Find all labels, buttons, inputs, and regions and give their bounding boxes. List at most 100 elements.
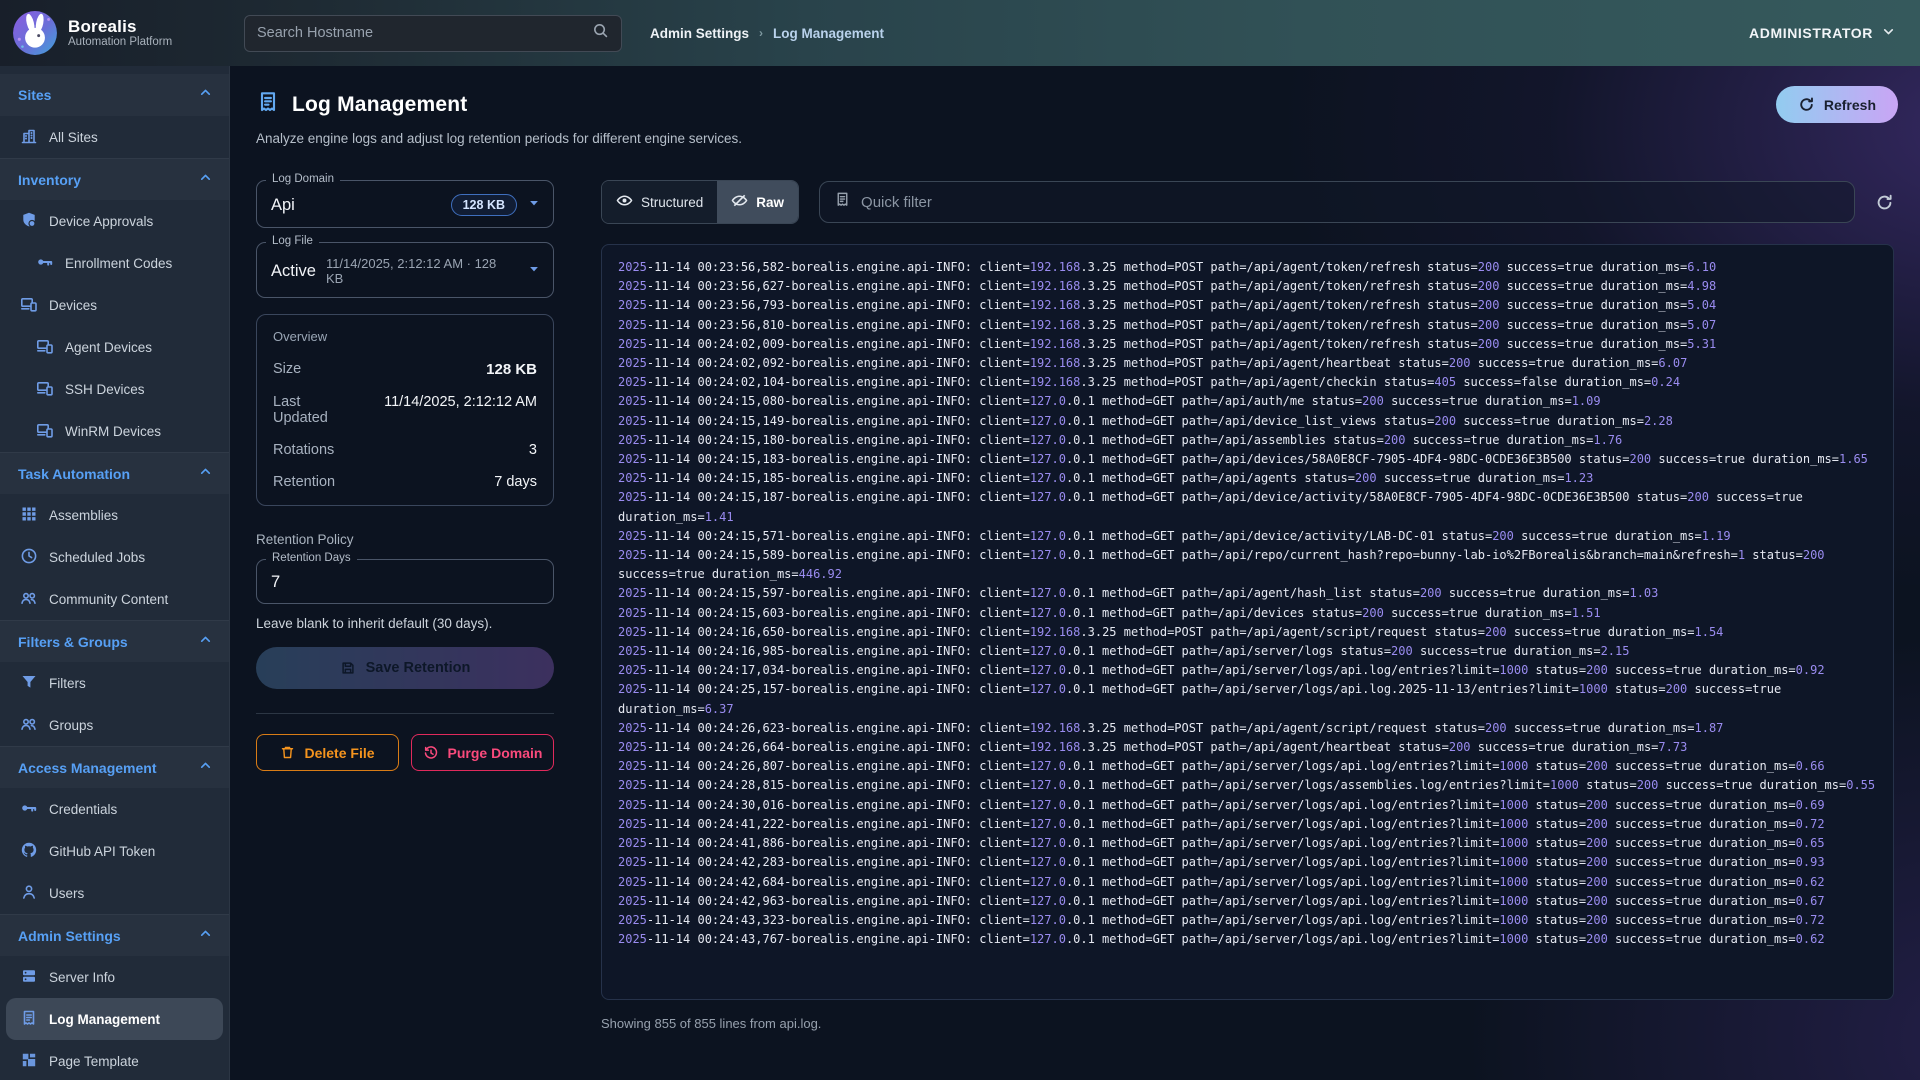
retention-days-input[interactable]	[271, 573, 541, 592]
panel-divider	[256, 713, 554, 714]
grid-icon	[20, 505, 38, 526]
hostname-search[interactable]	[244, 15, 622, 52]
brand-name: Borealis	[68, 17, 172, 37]
sidebar-item-device-approvals[interactable]: Device Approvals	[0, 200, 229, 242]
shield-icon	[20, 211, 38, 232]
chevron-up-icon	[198, 85, 213, 105]
sidebar-item-devices[interactable]: Devices	[0, 284, 229, 326]
top-navbar: Borealis Automation Platform Admin Setti…	[0, 0, 1920, 66]
overview-title: Overview	[273, 329, 537, 344]
log-line: 2025-11-14 00:24:43,767-borealis.engine.…	[618, 930, 1877, 949]
search-input[interactable]	[257, 25, 592, 41]
sidebar-item-label: All Sites	[49, 130, 98, 145]
sidebar-item-github-api-token[interactable]: GitHub API Token	[0, 830, 229, 872]
sidebar-section-admin-settings[interactable]: Admin Settings	[0, 914, 229, 956]
quick-filter-box[interactable]	[819, 181, 1855, 223]
overview-card: Overview Size128 KBLast Updated11/14/202…	[256, 314, 554, 506]
user-menu[interactable]: ADMINISTRATOR	[1749, 24, 1896, 42]
log-domain-select[interactable]: Log Domain Api 128 KB	[256, 180, 554, 228]
log-domain-value: Api	[271, 196, 295, 215]
overview-row-last-updated: Last Updated11/14/2025, 2:12:12 AM	[273, 387, 537, 435]
sidebar-item-server-info[interactable]: Server Info	[0, 956, 229, 998]
chevron-up-icon	[198, 758, 213, 778]
structured-view-button[interactable]: Structured	[602, 181, 717, 223]
sidebar-item-winrm-devices[interactable]: WinRM Devices	[0, 410, 229, 452]
raw-view-button[interactable]: Raw	[717, 181, 798, 223]
log-line: 2025-11-14 00:24:15,589-borealis.engine.…	[618, 546, 1877, 584]
funnel-icon	[20, 673, 38, 694]
log-line: 2025-11-14 00:23:56,810-borealis.engine.…	[618, 316, 1877, 335]
sidebar-section-label: Filters & Groups	[18, 634, 128, 650]
sidebar-section-task-automation[interactable]: Task Automation	[0, 452, 229, 494]
structured-label: Structured	[641, 195, 703, 210]
log-line: 2025-11-14 00:24:42,963-borealis.engine.…	[618, 892, 1877, 911]
sidebar-item-label: WinRM Devices	[65, 424, 161, 439]
sidebar-item-agent-devices[interactable]: Agent Devices	[0, 326, 229, 368]
log-domain-size-badge: 128 KB	[451, 194, 517, 216]
refresh-icon	[1798, 96, 1815, 113]
sidebar-section-access-management[interactable]: Access Management	[0, 746, 229, 788]
log-output-panel[interactable]: 2025-11-14 00:23:56,582-borealis.engine.…	[601, 244, 1894, 1000]
sidebar-item-groups[interactable]: Groups	[0, 704, 229, 746]
sidebar-item-assemblies[interactable]: Assemblies	[0, 494, 229, 536]
log-toolbar: Structured Raw	[601, 180, 1894, 224]
log-line: 2025-11-14 00:24:30,016-borealis.engine.…	[618, 796, 1877, 815]
log-refresh-icon[interactable]	[1875, 193, 1894, 212]
breadcrumb-admin-settings[interactable]: Admin Settings	[650, 26, 749, 41]
log-file-label: Log File	[266, 235, 319, 247]
view-mode-toggle: Structured Raw	[601, 180, 799, 224]
log-line: 2025-11-14 00:24:17,034-borealis.engine.…	[618, 661, 1877, 680]
sidebar-section-filters-groups[interactable]: Filters & Groups	[0, 620, 229, 662]
log-line: 2025-11-14 00:24:26,807-borealis.engine.…	[618, 757, 1877, 776]
save-retention-button[interactable]: Save Retention	[256, 647, 554, 689]
log-line: 2025-11-14 00:24:15,080-borealis.engine.…	[618, 392, 1877, 411]
trash-icon	[280, 745, 295, 760]
log-line: 2025-11-14 00:24:15,603-borealis.engine.…	[618, 604, 1877, 623]
sidebar-item-label: Page Template	[49, 1054, 139, 1069]
chevron-up-icon	[198, 464, 213, 484]
log-page-icon	[256, 90, 280, 119]
domain-panel: Log Domain Api 128 KB Log File Active 11…	[256, 180, 554, 1031]
chevron-down-icon	[1881, 24, 1896, 42]
sidebar-item-ssh-devices[interactable]: SSH Devices	[0, 368, 229, 410]
breadcrumb: Admin Settings › Log Management	[650, 26, 884, 41]
sidebar-item-enrollment-codes[interactable]: Enrollment Codes	[0, 242, 229, 284]
sidebar-section-inventory[interactable]: Inventory	[0, 158, 229, 200]
log-file-select[interactable]: Log File Active 11/14/2025, 2:12:12 AM ·…	[256, 242, 554, 298]
breadcrumb-log-management[interactable]: Log Management	[773, 26, 884, 41]
retention-days-field[interactable]: Retention Days	[256, 559, 554, 604]
refresh-button-label: Refresh	[1824, 97, 1876, 113]
brand-logo[interactable]: Borealis Automation Platform	[12, 10, 230, 56]
sidebar-item-label: Server Info	[49, 970, 115, 985]
sidebar-item-users[interactable]: Users	[0, 872, 229, 914]
devices-icon	[36, 421, 54, 442]
sidebar-item-all-sites[interactable]: All Sites	[0, 116, 229, 158]
delete-file-button[interactable]: Delete File	[256, 734, 399, 771]
sidebar-item-filters[interactable]: Filters	[0, 662, 229, 704]
log-line: 2025-11-14 00:24:15,571-borealis.engine.…	[618, 527, 1877, 546]
search-icon	[592, 22, 609, 44]
log-line: 2025-11-14 00:23:56,793-borealis.engine.…	[618, 296, 1877, 315]
overview-row-value: 7 days	[494, 474, 537, 490]
sidebar-item-scheduled-jobs[interactable]: Scheduled Jobs	[0, 536, 229, 578]
purge-domain-button[interactable]: Purge Domain	[411, 734, 554, 771]
sidebar-item-label: Device Approvals	[49, 214, 153, 229]
sidebar-item-label: Community Content	[49, 592, 168, 607]
history-icon	[423, 745, 439, 761]
devices-icon	[36, 337, 54, 358]
sidebar-item-credentials[interactable]: Credentials	[0, 788, 229, 830]
log-line: 2025-11-14 00:24:15,597-borealis.engine.…	[618, 584, 1877, 603]
sidebar-item-community-content[interactable]: Community Content	[0, 578, 229, 620]
devices-icon	[20, 295, 38, 316]
sidebar-item-log-management[interactable]: Log Management	[6, 998, 223, 1040]
layout-icon	[20, 1051, 38, 1072]
sidebar-item-label: Users	[49, 886, 84, 901]
page-subtitle: Analyze engine logs and adjust log reten…	[256, 131, 1896, 146]
log-line: 2025-11-14 00:24:02,104-borealis.engine.…	[618, 373, 1877, 392]
refresh-button[interactable]: Refresh	[1776, 86, 1898, 123]
sidebar-item-page-template[interactable]: Page Template	[0, 1040, 229, 1080]
quick-filter-input[interactable]	[861, 194, 1840, 211]
sidebar-section-sites[interactable]: Sites	[0, 74, 229, 116]
chevron-up-icon	[198, 632, 213, 652]
app-root: Borealis Automation Platform Admin Setti…	[0, 0, 1920, 1080]
